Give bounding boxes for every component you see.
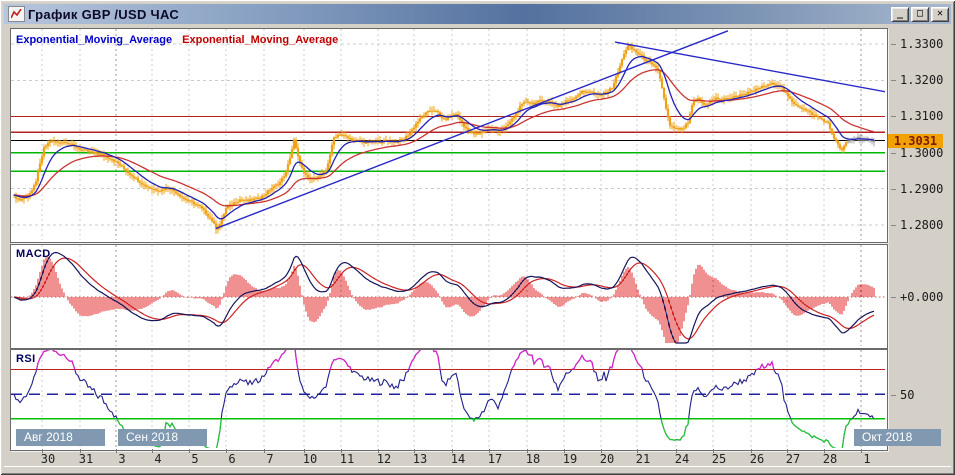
date-tick-label: 11 — [339, 452, 355, 466]
price-chart-panel: Exponential_Moving_Average Exponential_M… — [10, 28, 888, 243]
ema-slow-label: Exponential_Moving_Average — [182, 34, 339, 46]
price-tick-label: 1.2800 — [891, 218, 953, 232]
macd-zero-label: +0.000 — [891, 290, 953, 304]
date-tick-label: 10 — [302, 452, 318, 466]
macd-label: MACD — [16, 248, 51, 260]
macd-panel: MACD — [10, 244, 888, 349]
date-tick-label: 27 — [785, 452, 801, 466]
date-tick-label: 20 — [599, 452, 615, 466]
minimize-button[interactable]: _ — [891, 6, 909, 22]
chart-window: { "window": { "title": "График GBP /USD … — [0, 0, 955, 475]
date-tick-label: 6 — [228, 452, 236, 466]
price-tick-label: 1.3200 — [891, 73, 953, 87]
ema-fast-label: Exponential_Moving_Average — [16, 34, 173, 46]
maximize-button[interactable]: □ — [911, 6, 929, 22]
rsi-mid-label: 50 — [891, 388, 953, 402]
date-tick-label: 13 — [412, 452, 428, 466]
close-button[interactable]: ✕ — [931, 6, 949, 22]
date-tick-label: 25 — [711, 452, 727, 466]
date-tick-label: 21 — [635, 452, 651, 466]
date-tick-label: 18 — [525, 452, 541, 466]
month-label: Авг 2018 — [16, 429, 105, 446]
chart-icon — [8, 6, 25, 22]
date-tick-label: 24 — [674, 452, 690, 466]
price-tick-label: 1.2900 — [891, 182, 953, 196]
date-tick-label: 30 — [40, 452, 56, 466]
date-tick-label: 17 — [487, 452, 503, 466]
current-price-tag: 1.3031 — [888, 134, 943, 149]
date-tick-label: 31 — [78, 452, 94, 466]
window-titlebar[interactable]: График GBP /USD ЧАС _ □ ✕ — [4, 4, 951, 24]
window-title: График GBP /USD ЧАС — [28, 6, 180, 22]
window-controls: _ □ ✕ — [889, 6, 949, 22]
date-tick-label: 7 — [266, 452, 274, 466]
date-tick-label: 5 — [191, 452, 199, 466]
macd-canvas[interactable] — [11, 245, 885, 346]
month-label: Сен 2018 — [118, 429, 207, 446]
rsi-label: RSI — [16, 353, 36, 365]
date-tick-label: 3 — [118, 452, 126, 466]
date-tick-label: 19 — [562, 452, 578, 466]
indicator-labels: Exponential_Moving_Average Exponential_M… — [16, 34, 338, 46]
price-chart-canvas[interactable] — [11, 29, 885, 240]
date-tick-label: 1 — [863, 452, 871, 466]
window-bottom-edge — [4, 466, 951, 472]
date-tick-label: 26 — [749, 452, 765, 466]
price-tick-label: 1.3100 — [891, 109, 953, 123]
date-tick-label: 28 — [822, 452, 838, 466]
date-tick-label: 4 — [154, 452, 162, 466]
price-tick-label: 1.3300 — [891, 37, 953, 51]
date-tick-label: 14 — [450, 452, 466, 466]
date-tick-label: 12 — [376, 452, 392, 466]
month-label: Окт 2018 — [854, 429, 941, 446]
